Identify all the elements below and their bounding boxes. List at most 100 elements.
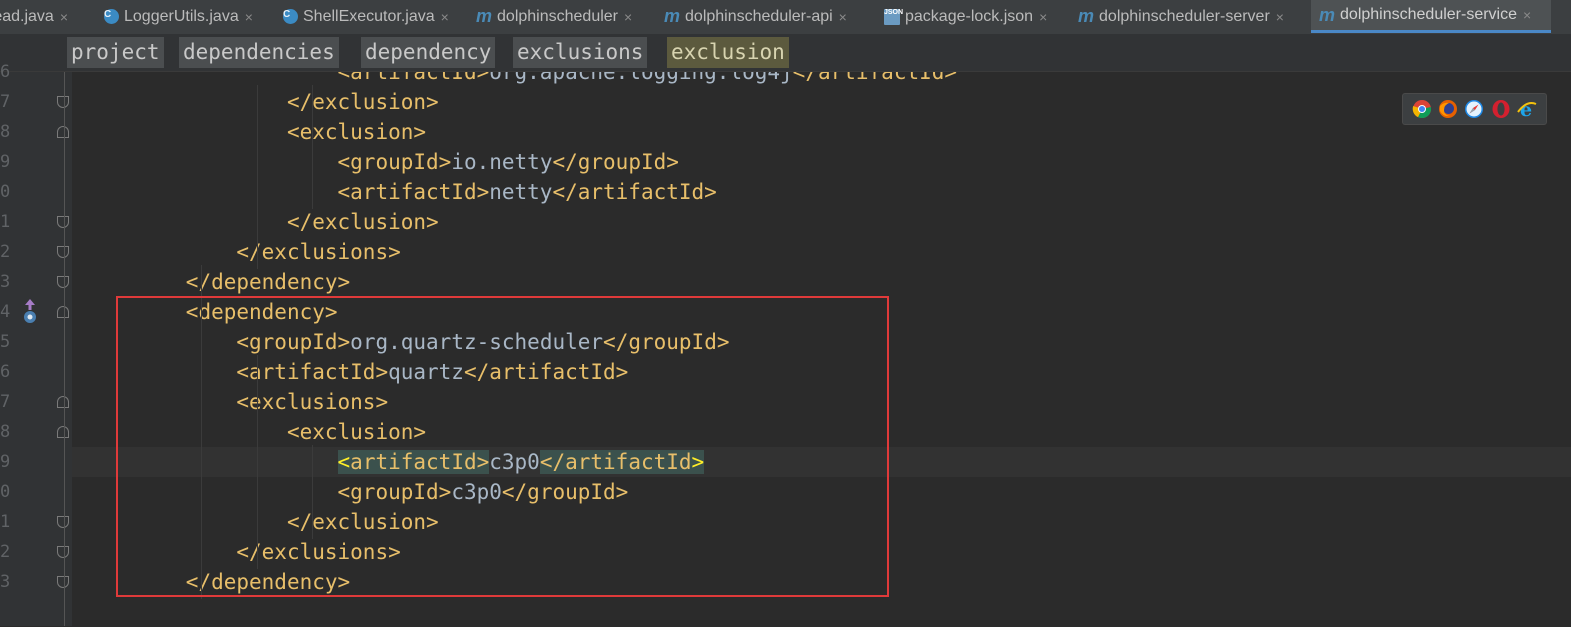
browser-preview-toolbar: e: [1402, 93, 1547, 125]
breadcrumb: project dependencies dependency exclusio…: [0, 34, 1571, 72]
ie-icon[interactable]: e: [1517, 99, 1537, 119]
json-file-icon: JSON: [884, 8, 903, 25]
code-line[interactable]: </exclusion>: [72, 87, 1571, 117]
line-number: 1: [0, 212, 11, 232]
xml-close-tag: </groupId>: [552, 150, 679, 174]
xml-text-value: io.netty: [451, 150, 553, 174]
line-number: 6: [0, 362, 11, 382]
tab-label: package-lock.json: [905, 7, 1034, 25]
maven-icon: m: [1319, 4, 1336, 25]
tab-dolphinscheduler-service[interactable]: m dolphinscheduler-service ×: [1311, 0, 1551, 33]
xml-close-tag: </artifactId>: [792, 72, 958, 84]
editor-tab-bar: read.java × C LoggerUtils.java × C Shell…: [0, 0, 1571, 35]
fold-marker-icon[interactable]: [57, 96, 69, 108]
tab-loggerutils-java[interactable]: C LoggerUtils.java ×: [104, 0, 276, 33]
code-line[interactable]: </exclusion>: [72, 207, 1571, 237]
code-line[interactable]: </dependency>: [72, 267, 1571, 297]
safari-icon[interactable]: [1464, 99, 1484, 119]
breadcrumb-project[interactable]: project: [67, 37, 164, 68]
fold-marker-icon[interactable]: [57, 216, 69, 228]
close-icon[interactable]: ×: [839, 9, 847, 25]
fold-marker-icon[interactable]: [57, 546, 69, 558]
line-number: 9: [0, 152, 11, 172]
close-icon[interactable]: ×: [1276, 9, 1284, 25]
breadcrumb-dependencies[interactable]: dependencies: [179, 37, 339, 68]
tab-label: LoggerUtils.java: [124, 7, 239, 25]
fold-marker-icon[interactable]: [57, 576, 69, 588]
tab-label: dolphinscheduler-api: [685, 7, 833, 25]
code-line[interactable]: [72, 597, 1571, 626]
fold-marker-icon[interactable]: [57, 426, 69, 438]
xml-text-value: org.apache.logging.log4j: [489, 72, 793, 84]
line-number: 2: [0, 242, 11, 262]
xml-open-tag: <artifactId>: [337, 180, 490, 204]
chrome-icon[interactable]: [1412, 99, 1432, 119]
fold-marker-icon[interactable]: [57, 396, 69, 408]
breadcrumb-exclusions[interactable]: exclusions: [513, 37, 648, 68]
line-number: 9: [0, 452, 11, 472]
indent-guide: [312, 85, 314, 209]
line-number: 0: [0, 182, 11, 202]
line-number: 8: [0, 122, 11, 142]
line-number: 2: [0, 542, 11, 562]
tab-label: ShellExecutor.java: [303, 7, 435, 25]
code-line[interactable]: <groupId>io.netty</groupId>: [72, 147, 1571, 177]
xml-open-tag: <exclusion>: [286, 120, 427, 144]
line-number: 3: [0, 272, 11, 292]
xml-open-tag: </exclusions>: [236, 240, 401, 264]
close-icon[interactable]: ×: [245, 9, 253, 25]
tab-dolphinscheduler-server[interactable]: m dolphinscheduler-server ×: [1078, 0, 1306, 33]
tab-label: dolphinscheduler-service: [1340, 6, 1517, 23]
line-number: 3: [0, 572, 11, 592]
firefox-icon[interactable]: [1438, 99, 1458, 119]
fold-marker-icon[interactable]: [57, 126, 69, 138]
maven-icon: m: [664, 6, 681, 26]
close-icon[interactable]: ×: [60, 9, 68, 25]
line-number: 7: [0, 392, 11, 412]
indent-guide: [256, 85, 258, 269]
fold-marker-icon[interactable]: [57, 276, 69, 288]
fold-marker-icon[interactable]: [57, 516, 69, 528]
maven-icon: m: [476, 6, 493, 26]
close-icon[interactable]: ×: [624, 9, 632, 25]
code-line[interactable]: </exclusions>: [72, 237, 1571, 267]
tab-dolphinscheduler[interactable]: m dolphinscheduler ×: [476, 0, 656, 33]
annotation-highlight-box: [116, 296, 889, 597]
line-number: 5: [0, 332, 11, 352]
xml-open-tag: </exclusion>: [286, 210, 439, 234]
implementation-marker-icon[interactable]: [20, 297, 40, 327]
tab-shellexecutor-java[interactable]: C ShellExecutor.java ×: [283, 0, 471, 33]
tab-label: dolphinscheduler: [497, 7, 618, 25]
code-line[interactable]: <artifactId>netty</artifactId>: [72, 177, 1571, 207]
fold-marker-icon[interactable]: [57, 246, 69, 258]
editor-gutter: 6 7 8 9 0 1 2 3 4 5 6 7 8 9 0 1 2 3: [0, 62, 72, 626]
gutter-divider: [64, 72, 65, 626]
breadcrumb-dependency[interactable]: dependency: [361, 37, 496, 68]
breadcrumb-exclusion[interactable]: exclusion: [667, 37, 789, 68]
tab-label: read.java: [0, 7, 54, 25]
java-class-icon: C: [283, 9, 298, 24]
line-number: 7: [0, 92, 11, 112]
code-line[interactable]: <exclusion>: [72, 117, 1571, 147]
xml-open-tag: </dependency>: [185, 270, 351, 294]
code-line[interactable]: <artifactId>org.apache.logging.log4j</ar…: [72, 72, 1571, 87]
tab-package-lock-json[interactable]: JSON package-lock.json ×: [884, 0, 1070, 33]
opera-icon[interactable]: [1491, 99, 1511, 119]
tab-dolphinscheduler-api[interactable]: m dolphinscheduler-api ×: [664, 0, 876, 33]
close-icon[interactable]: ×: [1039, 9, 1047, 25]
tab-read-java[interactable]: read.java ×: [0, 0, 100, 33]
fold-marker-icon[interactable]: [57, 306, 69, 318]
maven-icon: m: [1078, 6, 1095, 26]
close-icon[interactable]: ×: [441, 9, 449, 25]
xml-open-tag: </exclusion>: [286, 90, 439, 114]
close-icon[interactable]: ×: [1523, 7, 1531, 23]
